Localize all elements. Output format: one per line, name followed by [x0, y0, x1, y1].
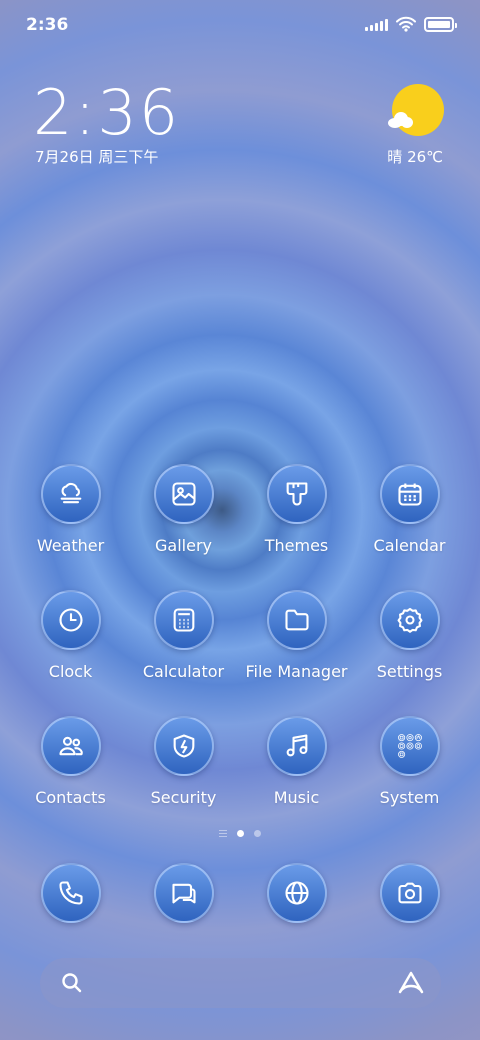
status-icons — [365, 16, 457, 32]
calendar-icon[interactable] — [379, 464, 440, 524]
folder-icon[interactable] — [266, 590, 327, 650]
app-label: Calendar — [373, 536, 446, 555]
themes-icon[interactable] — [266, 464, 327, 524]
page-dot-1[interactable] — [237, 830, 244, 837]
page-indicator[interactable] — [0, 830, 480, 837]
camera-icon[interactable] — [379, 863, 440, 923]
app-contacts[interactable]: Contacts — [14, 716, 127, 807]
contacts-icon[interactable] — [40, 716, 101, 776]
app-label: Security — [150, 788, 217, 807]
dock-browser[interactable] — [240, 863, 353, 923]
app-themes[interactable]: Themes — [240, 464, 353, 555]
signal-icon — [365, 17, 388, 31]
app-label: Music — [273, 788, 320, 807]
status-bar: 2:36 — [0, 0, 480, 50]
feed-indicator-icon[interactable] — [219, 830, 227, 837]
app-label: Weather — [36, 536, 105, 555]
app-weather[interactable]: Weather — [14, 464, 127, 555]
app-calendar[interactable]: Calendar — [353, 464, 466, 555]
browser-icon[interactable] — [266, 863, 327, 923]
app-label: Settings — [376, 662, 443, 681]
app-folder-system[interactable]: System — [353, 716, 466, 807]
app-label: File Manager — [245, 662, 348, 681]
app-gallery[interactable]: Gallery — [127, 464, 240, 555]
app-settings[interactable]: Settings — [353, 590, 466, 681]
messages-icon[interactable] — [153, 863, 214, 923]
gear-icon[interactable] — [379, 590, 440, 650]
search-bar[interactable] — [40, 958, 441, 1008]
widget-date[interactable]: 7月26日 周三下午 — [35, 146, 158, 167]
app-file-manager[interactable]: File Manager — [240, 590, 353, 681]
folder-grid-icon[interactable] — [379, 716, 440, 776]
battery-icon — [424, 16, 457, 32]
app-label: Gallery — [155, 536, 212, 555]
assistant-icon[interactable] — [397, 970, 425, 996]
weather-icon[interactable] — [40, 464, 101, 524]
app-clock[interactable]: Clock — [14, 590, 127, 681]
wifi-icon — [396, 16, 416, 32]
dock-messages[interactable] — [127, 863, 240, 923]
shield-icon[interactable] — [153, 716, 214, 776]
gallery-icon[interactable] — [153, 464, 214, 524]
app-music[interactable]: Music — [240, 716, 353, 807]
phone-icon[interactable] — [40, 863, 101, 923]
page-dot-2[interactable] — [254, 830, 261, 837]
dock-camera[interactable] — [353, 863, 466, 923]
status-time: 2:36 — [26, 15, 69, 35]
app-label: Themes — [264, 536, 329, 555]
widget-clock[interactable]: 2:36 — [33, 76, 180, 149]
clock-icon[interactable] — [40, 590, 101, 650]
sun-cloud-icon[interactable] — [388, 84, 444, 136]
app-label: Clock — [48, 662, 93, 681]
app-label: Contacts — [35, 788, 106, 807]
dock-phone[interactable] — [14, 863, 127, 923]
app-label: System — [379, 788, 440, 807]
app-label: Calculator — [142, 662, 225, 681]
calculator-icon[interactable] — [153, 590, 214, 650]
app-security[interactable]: Security — [127, 716, 240, 807]
app-calculator[interactable]: Calculator — [127, 590, 240, 681]
music-icon[interactable] — [266, 716, 327, 776]
widget-weather[interactable]: 晴 26℃ — [387, 146, 443, 167]
search-icon[interactable] — [60, 971, 84, 995]
